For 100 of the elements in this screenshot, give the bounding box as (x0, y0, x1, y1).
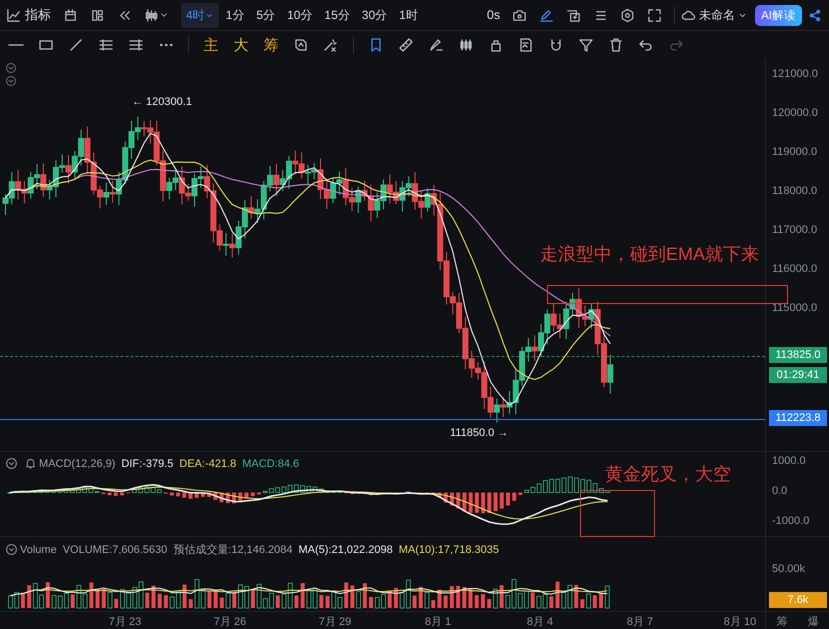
volume-badge: 7.6k (769, 592, 827, 608)
collapse-icon[interactable] (5, 543, 18, 556)
histogram-bar (200, 492, 205, 497)
histogram-bar (170, 492, 174, 496)
filter-icon[interactable] (578, 37, 594, 53)
price-axis-label: 119000.0 (772, 146, 818, 158)
date-axis-label: 7月 23 (108, 615, 142, 629)
calendar-icon[interactable] (63, 8, 78, 22)
collapse-icon[interactable] (5, 62, 17, 74)
timeframe-tab[interactable]: 15分 (319, 2, 355, 28)
indicator-value: 预估成交量:12,146.2084 (173, 542, 293, 557)
candles-icon[interactable] (144, 8, 159, 22)
ruler-icon[interactable] (398, 37, 414, 53)
collapse-icon[interactable] (5, 75, 17, 87)
histogram-bar (108, 492, 112, 496)
volume-axis-label: 50.00k (772, 563, 806, 575)
countdown-badge: 01:29:41 (769, 367, 827, 383)
indicator-value: MA(10):17,718.3035 (398, 544, 499, 556)
indicator-value: DIF:-379.5 (121, 458, 174, 470)
histogram-bar (481, 492, 486, 514)
collapse-icon[interactable] (5, 457, 18, 470)
price-axis-label: 115000.0 (772, 302, 818, 314)
histogram-bar (487, 492, 492, 514)
histogram-bar (188, 492, 192, 499)
histogram-bar (244, 492, 248, 498)
timeframe-tab[interactable]: 5分 (251, 2, 280, 28)
histogram-bar (226, 492, 230, 504)
histogram-bar (494, 492, 498, 512)
countdown-text: 0s (486, 8, 500, 22)
histogram-bar (232, 492, 236, 504)
parallel-icon[interactable] (98, 37, 114, 53)
date-axis-label: 7月 26 (212, 615, 248, 629)
indicator-value: DEA:-421.8 (179, 458, 236, 470)
fullscreen-icon[interactable] (647, 8, 662, 22)
annotation-text: 走浪型中，碰到EMA就下来 (540, 243, 760, 266)
timeframe-tab[interactable]: 1时 (394, 2, 423, 28)
macd-axis-label: 1000.0 (772, 455, 806, 467)
fib-icon[interactable] (128, 37, 144, 53)
chart-mode-button[interactable]: 大 (233, 36, 249, 54)
screen-icon[interactable] (566, 8, 582, 22)
histogram-bar (207, 492, 212, 498)
bell-icon[interactable] (24, 457, 37, 470)
indicator-button[interactable]: 指标 (6, 6, 51, 24)
trash-icon[interactable] (608, 37, 624, 53)
histogram-bar (238, 492, 242, 502)
histogram-bar (500, 492, 504, 509)
line-price-badge: 112223.8 (769, 410, 827, 426)
histogram-bar (468, 492, 473, 513)
date-axis-label: 8月 4 (526, 615, 554, 629)
corner-tab[interactable]: 爆 (808, 614, 819, 628)
date-axis-label: 7月 29 (318, 615, 352, 629)
indicator-title: MACD(12,26,9) (39, 458, 116, 470)
histogram-bar (220, 492, 224, 502)
chart-mode-button[interactable]: 筹 (263, 36, 279, 54)
note-icon[interactable] (518, 37, 534, 53)
indicator-value: MACD:84.6 (242, 458, 300, 470)
histogram-bar (369, 492, 374, 496)
histogram-bar (506, 492, 510, 506)
camera-icon[interactable] (512, 8, 528, 22)
bars-icon[interactable] (458, 37, 474, 53)
chart-mode-button[interactable]: 主 (203, 36, 219, 54)
low-price-label: 111850.0 → (450, 427, 508, 439)
price-axis-label: 116000.0 (772, 263, 818, 275)
layout-icon[interactable] (90, 8, 105, 22)
chart-icon (6, 8, 21, 22)
hexagon-icon[interactable] (620, 8, 636, 22)
brush-icon[interactable] (428, 37, 444, 53)
share-icon[interactable] (808, 8, 823, 22)
histogram-bar (182, 492, 186, 498)
histogram-bar (450, 492, 454, 506)
timeframe-tab[interactable]: 4时 (181, 2, 219, 28)
histogram-bar (512, 492, 516, 501)
date-axis-label: 8月 1 (424, 615, 452, 629)
date-axis-label: 8月 10 (722, 615, 758, 629)
price-axis-label: 121000.0 (772, 68, 818, 80)
histogram-bar (114, 492, 118, 496)
histogram-bar (518, 492, 522, 495)
histogram-bar (250, 492, 255, 496)
corner-tab[interactable]: 筹 (776, 614, 788, 628)
histogram-bar (456, 492, 460, 508)
layout-name-button[interactable]: 未命名 (681, 6, 748, 24)
price-axis-label: 118000.0 (772, 185, 818, 197)
timeframe-tab[interactable]: 1分 (220, 2, 250, 28)
histogram-bar (474, 492, 479, 513)
date-axis-label: 8月 7 (626, 615, 654, 629)
histogram-bar (176, 492, 180, 496)
pencil-icon[interactable] (539, 8, 554, 22)
indicator-value: MA(5):21,022.2098 (298, 544, 393, 556)
histogram-bar (444, 492, 448, 503)
indicator-value: VOLUME:7,606.5630 (62, 544, 168, 556)
diagonal-icon[interactable] (68, 37, 84, 53)
timeframe-tab[interactable]: 30分 (356, 2, 392, 28)
current-price-badge: 113825.0 (769, 347, 827, 363)
indicator-title: Volume (20, 544, 57, 556)
price-axis-label: 120000.0 (772, 107, 818, 119)
macd-axis-label: 0.0 (772, 485, 788, 497)
price-axis-label: 117000.0 (772, 224, 818, 236)
histogram-bar (438, 492, 442, 498)
histogram-bar (462, 492, 466, 512)
timeframe-tab[interactable]: 10分 (282, 2, 318, 28)
